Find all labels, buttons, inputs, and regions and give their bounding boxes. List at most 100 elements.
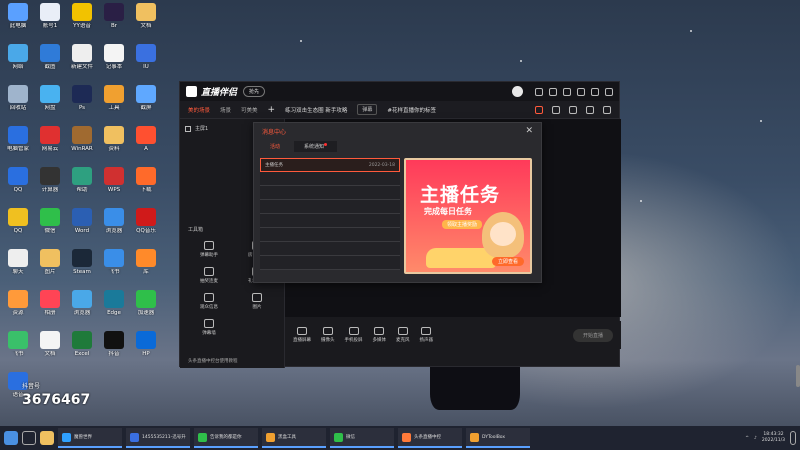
taskbar-app[interactable]: DYToolBox: [466, 428, 530, 448]
tab-scene-2[interactable]: 场景: [220, 106, 231, 114]
desktop-icon[interactable]: 浏览器: [97, 208, 131, 234]
desktop-icon[interactable]: QQ: [1, 167, 35, 193]
control-button[interactable]: 手机投屏: [345, 327, 363, 343]
desktop-icon[interactable]: 相册: [33, 290, 67, 316]
desktop-icon[interactable]: WinRAR: [65, 126, 99, 152]
tab-activity[interactable]: 活动: [260, 141, 290, 152]
settings-icon[interactable]: [549, 87, 557, 96]
desktop-icon[interactable]: 帮助: [65, 167, 99, 193]
desktop-icon[interactable]: 加速器: [129, 290, 163, 316]
task-banner[interactable]: 主播任务 完成每日任务 领取主播奖励 立即查看: [404, 158, 532, 274]
desktop-icon[interactable]: Excel: [65, 331, 99, 357]
desktop-icon[interactable]: 网盘: [33, 85, 67, 111]
control-button[interactable]: 麦克风: [396, 327, 410, 343]
taskbar-app[interactable]: 头条直播中控: [398, 428, 462, 448]
control-button[interactable]: 多媒体: [373, 327, 386, 343]
scene-title[interactable]: 练习双击生态圈 新手攻略: [285, 106, 347, 114]
desktop-icon[interactable]: Edge: [97, 290, 131, 316]
tag-chip[interactable]: #花样直播你的标签: [387, 106, 436, 114]
desktop-icon[interactable]: 资源: [1, 290, 35, 316]
desktop-icon[interactable]: 计算器: [33, 167, 67, 193]
taskbar-app[interactable]: 微信: [330, 428, 394, 448]
volume-icon[interactable]: ♪: [754, 436, 757, 441]
eye-icon[interactable]: [185, 125, 191, 132]
desktop-icon[interactable]: QQ音乐: [129, 208, 163, 234]
desktop-icon[interactable]: A: [129, 126, 163, 152]
share-icon[interactable]: [603, 105, 611, 114]
tool-item[interactable]: 观众信息: [185, 293, 233, 310]
desktop-icon[interactable]: 飞书: [1, 331, 35, 357]
file-explorer-icon[interactable]: [40, 431, 54, 445]
desktop-icon[interactable]: 网易云: [33, 126, 67, 152]
go-live-button[interactable]: 开始直播: [572, 328, 613, 342]
banner-view-button[interactable]: 立即查看: [491, 257, 524, 266]
taskbar-app[interactable]: 告诉我的都是你: [194, 428, 258, 448]
desktop-icon[interactable]: 库: [129, 249, 163, 275]
desktop-icon[interactable]: 账号1: [33, 3, 67, 29]
record-icon[interactable]: [569, 105, 577, 114]
desktop-icon[interactable]: 抖音: [97, 331, 131, 357]
desktop-icon[interactable]: 飞书: [97, 249, 131, 275]
danmu-chip[interactable]: 弹幕: [357, 104, 378, 115]
control-button[interactable]: 摄像头: [321, 327, 335, 343]
left-footer[interactable]: 头条直播中控台使用教程: [188, 358, 238, 364]
clock[interactable]: 18:43:32 2022/11/3: [762, 432, 785, 444]
desktop-icon[interactable]: 微信: [33, 208, 67, 234]
desktop-icon[interactable]: 截屏: [129, 85, 163, 111]
add-tab-icon[interactable]: +: [268, 105, 276, 115]
desktop-icon[interactable]: Ps: [65, 85, 99, 111]
version-badge[interactable]: 抢先: [243, 86, 266, 97]
maximize-icon[interactable]: [591, 87, 599, 96]
desktop-icon[interactable]: YY语音: [65, 3, 99, 29]
desktop-icon[interactable]: WPS: [97, 167, 131, 193]
desktop-icon[interactable]: 资料: [97, 126, 131, 152]
desktop-icon[interactable]: 网络: [1, 44, 35, 70]
desktop-icon[interactable]: QQ: [1, 208, 35, 234]
desktop-icon[interactable]: 下载: [129, 167, 163, 193]
menu-icon[interactable]: [563, 87, 571, 96]
desktop-icon[interactable]: 回收站: [1, 85, 35, 111]
close-icon[interactable]: [605, 87, 613, 96]
tool-item[interactable]: 弹幕墙: [185, 319, 233, 336]
gift-icon[interactable]: [535, 105, 543, 114]
tool-item[interactable]: 弹幕助手: [185, 241, 233, 258]
tab-system[interactable]: 系统通知: [294, 140, 338, 152]
control-button[interactable]: 直播屏幕: [293, 327, 311, 343]
desktop-icon[interactable]: 此电脑: [1, 3, 35, 29]
desktop-icon[interactable]: 新建文件: [65, 44, 99, 70]
windows-start-icon[interactable]: [4, 431, 18, 445]
tab-scene-3[interactable]: 可美美: [241, 106, 258, 114]
search-icon[interactable]: [22, 431, 36, 445]
tray-chevron-icon[interactable]: ^: [745, 436, 749, 441]
tab-scene-1[interactable]: 美的场景: [188, 106, 210, 114]
desktop-icon[interactable]: 记事本: [97, 44, 131, 70]
desktop-icon[interactable]: 工具: [97, 85, 131, 111]
user-avatar[interactable]: [512, 86, 523, 97]
desktop-icon[interactable]: 浏览器: [65, 290, 99, 316]
side-handle[interactable]: [796, 365, 800, 387]
layout-icon[interactable]: [552, 105, 560, 114]
minimize-icon[interactable]: [577, 87, 585, 96]
desktop-icon[interactable]: IU: [129, 44, 163, 70]
desktop-icon[interactable]: 图片: [33, 249, 67, 275]
list-item[interactable]: 主播任务 2022-03-18: [260, 158, 400, 172]
message-icon[interactable]: [535, 87, 543, 96]
desktop-icon[interactable]: HP: [129, 331, 163, 357]
tool-item[interactable]: 抽奖连麦: [185, 267, 233, 284]
desktop-icon[interactable]: Word: [65, 208, 99, 234]
taskbar-app[interactable]: 魔兽世界: [58, 428, 122, 448]
taskbar-app[interactable]: 1455535211-迅号升: [126, 428, 190, 448]
taskbar-app[interactable]: 黑盒工具: [262, 428, 326, 448]
dialog-close-icon[interactable]: ✕: [525, 126, 533, 136]
desktop-icon[interactable]: 文档: [129, 3, 163, 29]
desktop-icon[interactable]: 聊天: [1, 249, 35, 275]
desktop-icon[interactable]: Br: [97, 3, 131, 29]
bell-icon[interactable]: [586, 105, 594, 114]
desktop-icon[interactable]: Steam: [65, 249, 99, 275]
control-button[interactable]: 扬声器: [420, 327, 433, 343]
notification-icon[interactable]: [790, 431, 796, 445]
tool-item[interactable]: 图片: [233, 293, 281, 310]
desktop-icon[interactable]: 截图: [33, 44, 67, 70]
desktop-icon[interactable]: 文档: [33, 331, 67, 357]
desktop-icon[interactable]: 电脑管家: [1, 126, 35, 152]
